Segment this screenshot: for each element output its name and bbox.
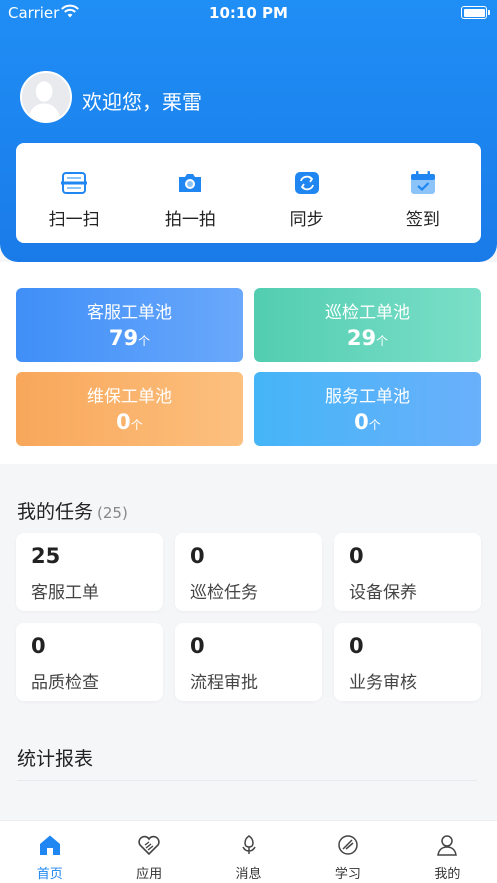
pool-title: 服务工单池: [325, 387, 410, 407]
quick-action-scan[interactable]: 扫一扫: [16, 143, 132, 243]
scan-icon: [61, 172, 88, 194]
quick-action-label: 签到: [405, 210, 440, 230]
task-count: 0: [190, 544, 205, 568]
tab-study[interactable]: 学习: [298, 821, 397, 883]
home-icon: [39, 835, 60, 855]
pool-inspection[interactable]: 巡检工单池 29个: [254, 288, 481, 362]
quick-actions-card: 扫一扫 拍一拍 同步 签到: [16, 143, 481, 243]
apps-icon: [138, 835, 160, 856]
task-card-customer[interactable]: 25 客服工单: [16, 533, 163, 611]
task-label: 设备保养: [349, 583, 417, 603]
task-label: 巡检任务: [190, 583, 258, 603]
avatar[interactable]: [20, 71, 72, 123]
tab-apps[interactable]: 应用: [99, 821, 198, 883]
pool-title: 维保工单池: [87, 387, 172, 407]
reports-title: 统计报表: [17, 748, 94, 770]
my-tasks-title: 我的任务 (25): [17, 501, 128, 523]
task-label: 业务审核: [349, 673, 417, 693]
pool-count: 79个: [108, 326, 151, 350]
tab-label: 应用: [136, 867, 163, 882]
tab-label: 首页: [36, 867, 63, 882]
camera-icon: [179, 174, 202, 192]
message-icon: [241, 835, 256, 854]
calendar-check-icon: [410, 171, 435, 194]
task-count: 0: [190, 634, 205, 658]
status-bar: Carrier 10:10 PM: [0, 0, 497, 26]
task-card-equipment[interactable]: 0 设备保养: [334, 533, 481, 611]
my-tasks-count: (25): [97, 504, 128, 522]
tab-messages[interactable]: 消息: [199, 821, 298, 883]
pool-title: 客服工单池: [87, 303, 172, 323]
quick-action-label: 同步: [289, 210, 324, 230]
quick-action-label: 扫一扫: [48, 210, 100, 230]
tab-label: 我的: [434, 867, 461, 882]
tab-label: 消息: [235, 867, 262, 882]
welcome-text: 欢迎您，栗雷: [82, 90, 202, 114]
avatar-silhouette-icon: [27, 81, 61, 121]
task-count: 0: [349, 634, 364, 658]
task-card-quality[interactable]: 0 品质检查: [16, 623, 163, 701]
tab-profile[interactable]: 我的: [398, 821, 497, 883]
status-time: 10:10 PM: [209, 4, 288, 22]
pool-count: 0个: [116, 410, 143, 434]
task-label: 品质检查: [31, 673, 99, 693]
header-banner: Carrier 10:10 PM 欢迎您，栗雷 扫一扫 拍一拍 同步 签到: [0, 0, 497, 262]
pool-customer-service[interactable]: 客服工单池 79个: [16, 288, 243, 362]
task-label: 流程审批: [190, 673, 258, 693]
pool-count: 29个: [346, 326, 389, 350]
sync-icon: [294, 172, 319, 194]
tab-label: 学习: [334, 867, 361, 882]
quick-action-sync[interactable]: 同步: [249, 143, 365, 243]
profile-icon: [437, 835, 458, 856]
task-count: 25: [31, 544, 61, 568]
divider: [17, 780, 477, 781]
pool-service[interactable]: 服务工单池 0个: [254, 372, 481, 446]
task-card-inspection[interactable]: 0 巡检任务: [175, 533, 322, 611]
tab-home[interactable]: 首页: [0, 821, 99, 883]
tab-bar: 首页 应用 消息 学习 我的: [0, 820, 497, 883]
task-label: 客服工单: [31, 583, 99, 603]
quick-action-label: 拍一拍: [164, 210, 216, 230]
task-count: 0: [349, 544, 364, 568]
quick-action-checkin[interactable]: 签到: [365, 143, 481, 243]
task-count: 0: [31, 634, 46, 658]
task-card-approval[interactable]: 0 流程审批: [175, 623, 322, 701]
quick-action-camera[interactable]: 拍一拍: [132, 143, 248, 243]
pool-maintenance[interactable]: 维保工单池 0个: [16, 372, 243, 446]
battery-icon: [461, 6, 490, 19]
study-icon: [338, 835, 358, 855]
pool-count: 0个: [354, 410, 381, 434]
task-card-review[interactable]: 0 业务审核: [334, 623, 481, 701]
pool-title: 巡检工单池: [325, 303, 410, 323]
